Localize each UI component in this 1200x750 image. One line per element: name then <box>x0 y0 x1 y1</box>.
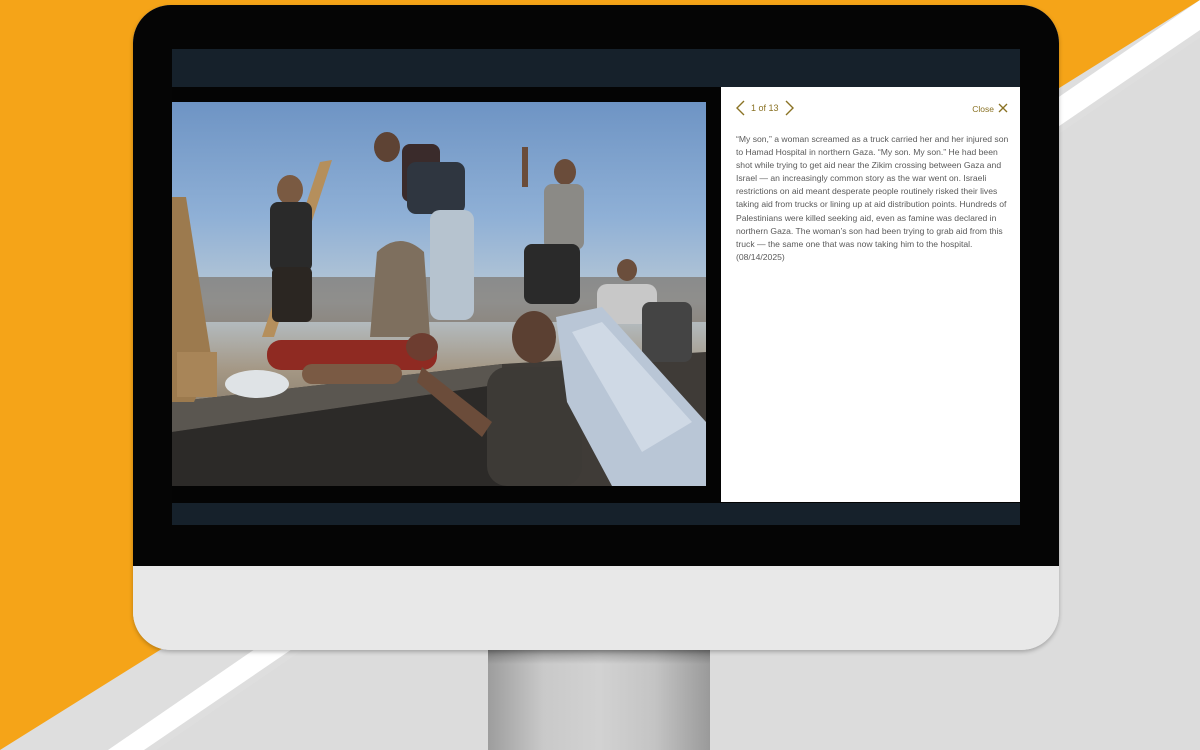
screen-bottom-bar <box>172 503 1020 525</box>
monitor-bezel: 1 of 13 Close “My son,” a woman screamed… <box>133 5 1059 566</box>
gallery-nav: 1 of 13 <box>736 100 794 116</box>
caption-panel: 1 of 13 Close “My son,” a woman screamed… <box>721 87 1020 502</box>
chevron-right-icon[interactable] <box>785 100 794 116</box>
monitor-stand <box>488 650 710 750</box>
close-x-icon <box>998 103 1008 115</box>
photo-illustration <box>172 132 706 486</box>
slide-counter: 1 of 13 <box>751 103 779 113</box>
photo-caption: “My son,” a woman screamed as a truck ca… <box>736 134 1009 262</box>
screen-top-bar <box>172 49 1020 87</box>
gallery-photo <box>172 102 706 486</box>
monitor-stand-shadow <box>488 650 710 664</box>
monitor-chin <box>133 566 1059 650</box>
close-label: Close <box>972 104 994 114</box>
chevron-left-icon[interactable] <box>736 100 745 116</box>
monitor: 1 of 13 Close “My son,” a woman screamed… <box>133 5 1059 650</box>
close-button[interactable]: Close <box>972 103 1008 115</box>
monitor-screen: 1 of 13 Close “My son,” a woman screamed… <box>172 49 1020 525</box>
